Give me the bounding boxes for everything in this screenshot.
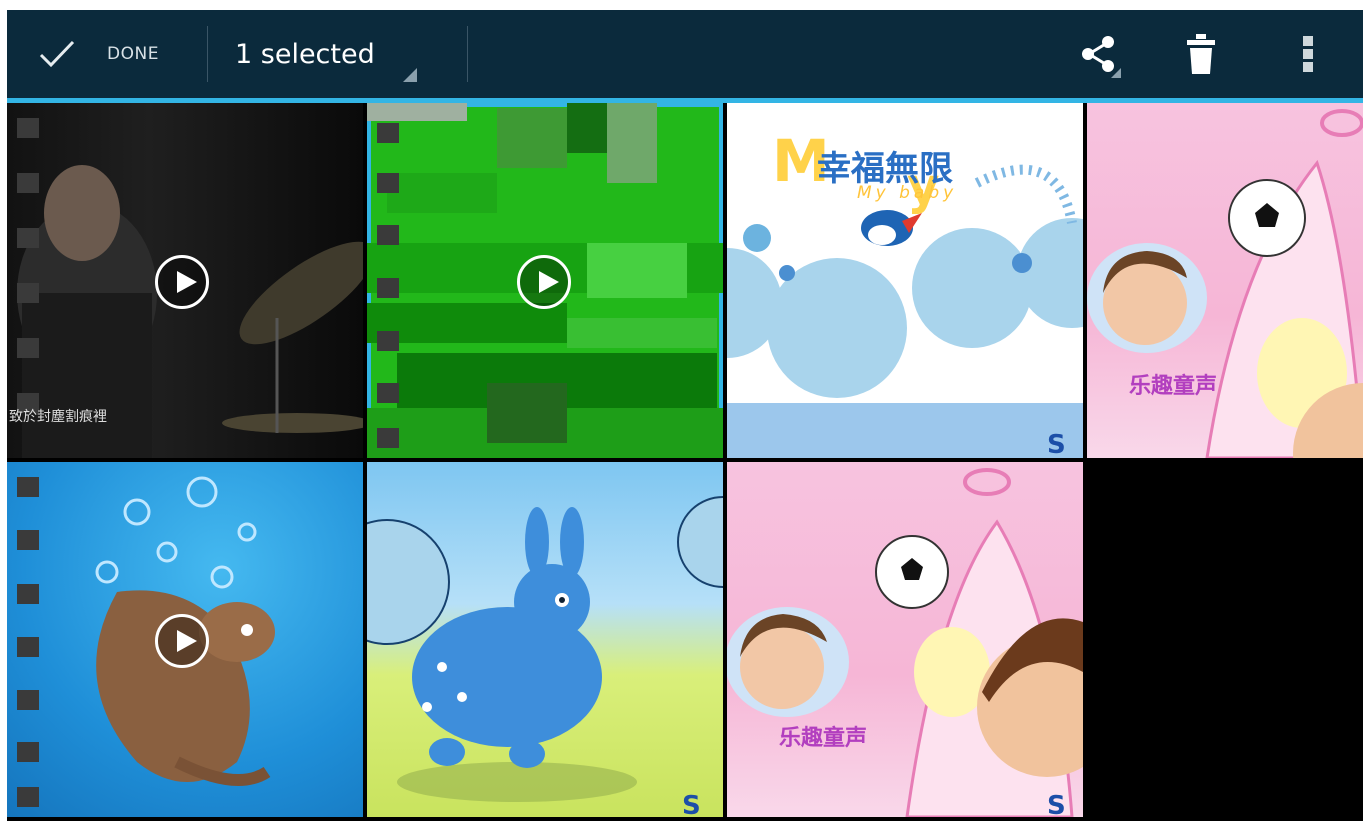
film-sprocket [17,787,39,807]
grid-item-image[interactable]: 乐趣童声 [1087,103,1363,458]
play-icon [155,614,209,668]
film-sprocket [17,338,39,358]
selection-title: 1 selected [235,38,375,70]
grid-item-image[interactable]: S 乐趣童声 [727,462,1083,817]
done-button[interactable]: DONE [7,10,207,98]
done-label: DONE [107,44,159,64]
video-caption: 致於封塵割痕裡 [9,409,107,425]
svg-text:S: S [1047,791,1066,817]
share-button[interactable] [1073,28,1125,80]
film-sprocket [17,283,39,303]
share-icon [1082,36,1121,78]
overflow-menu-icon [1303,36,1313,72]
film-sprocket [17,477,39,497]
media-grid: 致於封塵割痕裡 M y S 幸福無限 My baby 乐趣童声 S S 乐趣童声 [7,103,1363,821]
divider [467,26,468,82]
screenshot-frame: DONE 1 selected 致於封塵割痕裡 M y S 幸福無限 My ba… [0,0,1370,821]
film-sprocket [17,742,39,762]
film-sprocket [377,428,399,448]
checkmark-icon [39,40,75,68]
film-sprocket [17,228,39,248]
image-subtitle: My baby [857,183,958,203]
film-sprocket [17,637,39,657]
film-sprocket [17,530,39,550]
play-icon [517,255,571,309]
film-sprocket [17,584,39,604]
film-sprocket [17,690,39,710]
grid-item-image[interactable]: M y S 幸福無限 My baby [727,103,1083,458]
film-sprocket [17,173,39,193]
svg-text:S: S [682,791,701,817]
film-sprocket [377,278,399,298]
grid-item-video[interactable]: 致於封塵割痕裡 [7,103,363,458]
grid-item-video[interactable] [7,462,363,817]
image-caption: 乐趣童声 [1129,374,1218,399]
grid-item-image[interactable]: S [367,462,723,817]
film-sprocket [377,123,399,143]
gallery-screen: DONE 1 selected 致於封塵割痕裡 M y S 幸福無限 My ba… [7,10,1363,821]
film-sprocket [17,118,39,138]
selection-count-dropdown[interactable]: 1 selected [235,10,375,98]
image-caption: 乐趣童声 [779,726,868,751]
thumbnail-pink-children [1087,109,1363,458]
grid-item-video-selected[interactable] [367,103,723,458]
thumbnail-pink-children-2: S [727,468,1083,817]
svg-text:S: S [1047,430,1066,458]
film-sprocket [377,331,399,351]
film-sprocket [377,173,399,193]
divider [207,26,208,82]
trash-icon [1187,34,1215,74]
thumbnail-blue-horse: S [367,496,723,817]
delete-button[interactable] [1175,28,1227,80]
play-icon [155,255,209,309]
film-sprocket [377,225,399,245]
overflow-menu-button[interactable] [1282,28,1334,80]
contextual-action-bar: DONE 1 selected [7,10,1363,103]
dropdown-indicator-icon [403,68,417,82]
film-sprocket [377,383,399,403]
